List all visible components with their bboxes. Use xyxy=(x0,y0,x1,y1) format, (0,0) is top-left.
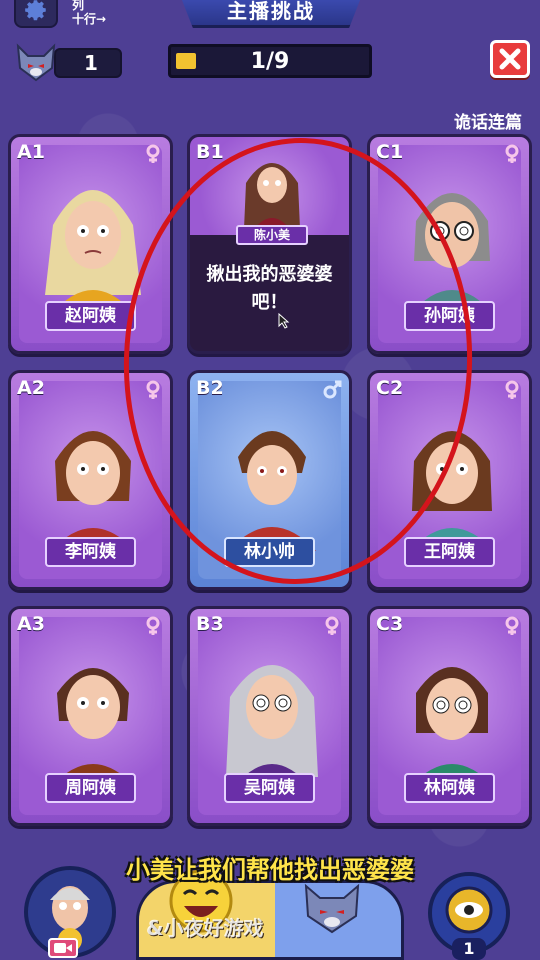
view-toggle-line2: 十行→ xyxy=(72,12,107,26)
subtitle-caption: 小美让我们帮他找出恶婆婆 xyxy=(126,856,414,884)
close-button[interactable] xyxy=(490,40,530,78)
card-name: 吴阿姨 xyxy=(224,773,315,803)
progress-text: 1/9 xyxy=(250,49,290,74)
speech-text: 揪出我的恶婆婆吧！ xyxy=(206,264,333,313)
character-portrait xyxy=(228,431,316,551)
card-name: 林阿姨 xyxy=(404,773,495,803)
card-name: 孙阿姨 xyxy=(404,301,495,331)
card-b3[interactable]: B3 吴阿姨 xyxy=(187,606,352,826)
male-icon xyxy=(323,380,342,399)
card-b1[interactable]: B1 陈小美 揪出我的恶婆婆吧！ xyxy=(187,134,352,354)
view-toggle[interactable]: 列 十行→ xyxy=(72,0,124,28)
view-toggle-line1: 列 xyxy=(72,0,85,12)
progress-bar: 1/9 xyxy=(168,44,372,78)
female-icon xyxy=(146,616,160,635)
female-icon xyxy=(325,616,339,635)
card-c3[interactable]: C3 林阿姨 xyxy=(367,606,532,826)
wolf-icon[interactable] xyxy=(300,880,364,936)
card-b2[interactable]: B2 林小帅 xyxy=(187,370,352,590)
card-name: 李阿姨 xyxy=(45,537,136,567)
female-icon xyxy=(146,380,160,399)
card-id: C3 xyxy=(376,613,404,635)
card-name: 周阿姨 xyxy=(45,773,136,803)
character-portrait xyxy=(45,190,141,315)
card-id: C1 xyxy=(376,141,404,163)
card-id: C2 xyxy=(376,377,404,399)
wolf-count: 1 xyxy=(54,48,122,78)
card-a1[interactable]: A1 赵阿姨 xyxy=(8,134,173,354)
card-a2[interactable]: A2 李阿姨 xyxy=(8,370,173,590)
card-name: 林小帅 xyxy=(224,537,315,567)
reveal-count: 1 xyxy=(452,938,486,960)
card-id: B3 xyxy=(196,613,224,635)
speaker-name: 陈小美 xyxy=(236,225,308,245)
card-id: A3 xyxy=(17,613,45,635)
wolf-avatar-icon xyxy=(16,43,56,82)
section-label: 诡话连篇 xyxy=(454,113,522,133)
character-portrait xyxy=(226,665,318,787)
card-name: 王阿姨 xyxy=(404,537,495,567)
cursor-icon xyxy=(278,313,290,329)
card-id: B2 xyxy=(196,377,224,399)
settings-button[interactable] xyxy=(14,0,58,28)
wolf-counter: 1 xyxy=(14,42,122,82)
watermark: &小夜好游戏 xyxy=(146,916,264,940)
card-name: 赵阿姨 xyxy=(45,301,136,331)
replay-button[interactable] xyxy=(48,938,78,958)
female-icon xyxy=(146,144,160,163)
character-portrait xyxy=(410,431,494,551)
card-a3[interactable]: A3 周阿姨 xyxy=(8,606,173,826)
character-portrait xyxy=(51,668,135,787)
character-portrait xyxy=(410,667,494,787)
card-c1[interactable]: C1 孙阿姨 xyxy=(367,134,532,354)
card-id: B1 xyxy=(196,141,224,163)
card-c2[interactable]: C2 王阿姨 xyxy=(367,370,532,590)
card-id: A1 xyxy=(17,141,45,163)
female-icon xyxy=(505,616,519,635)
female-icon xyxy=(505,144,519,163)
speaker-portrait xyxy=(244,163,300,229)
close-icon xyxy=(499,48,521,70)
page-title: 主播挑战 xyxy=(178,0,364,28)
character-portrait xyxy=(51,431,135,551)
card-id: A2 xyxy=(17,377,45,399)
gear-icon xyxy=(25,0,46,21)
video-icon xyxy=(54,943,72,953)
character-portrait xyxy=(410,193,494,315)
female-icon xyxy=(505,380,519,399)
